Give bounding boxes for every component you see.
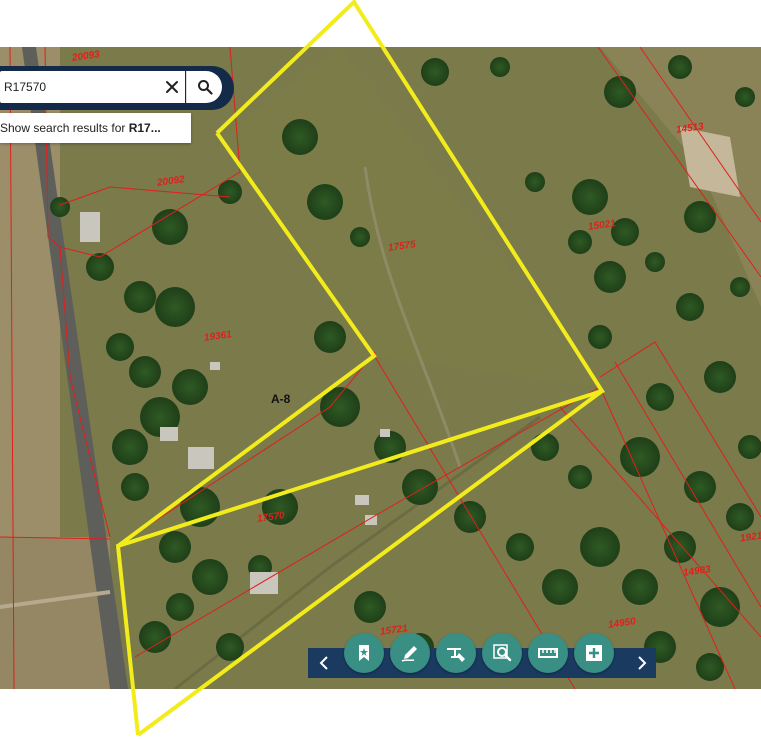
distance-button[interactable] xyxy=(528,633,568,673)
map-toolbar xyxy=(308,633,656,678)
add-layer-button[interactable] xyxy=(574,633,614,673)
search-input[interactable] xyxy=(0,71,185,103)
toolbar-prev-button[interactable] xyxy=(314,652,334,674)
search-bar xyxy=(0,66,234,110)
suggestion-text: Show search results for xyxy=(0,121,129,135)
close-icon xyxy=(166,81,178,93)
chevron-right-icon xyxy=(638,656,647,670)
ruler-icon xyxy=(538,648,558,658)
suggestion-query: R17... xyxy=(128,121,161,135)
map-view[interactable]: 20093 20092 14513 15021 17575 19361 1757… xyxy=(0,47,761,689)
zoning-label: A-8 xyxy=(271,392,291,406)
bookmark-icon xyxy=(359,645,369,661)
aerial-imagery xyxy=(0,47,761,689)
chevron-left-icon xyxy=(319,656,328,670)
add-layer-icon xyxy=(586,645,602,661)
toolbar-next-button[interactable] xyxy=(632,652,652,674)
clear-search-button[interactable] xyxy=(159,74,185,100)
search-suggestion[interactable]: Show search results for R17... xyxy=(0,113,191,143)
search-icon xyxy=(197,80,213,95)
identify-button[interactable] xyxy=(482,633,522,673)
measure-button[interactable] xyxy=(436,633,476,673)
search-button[interactable] xyxy=(186,71,222,103)
pencil-icon xyxy=(401,646,417,662)
measure-icon xyxy=(447,648,465,662)
zoom-search-icon xyxy=(493,644,512,662)
bookmark-button[interactable] xyxy=(344,633,384,673)
draw-button[interactable] xyxy=(390,633,430,673)
